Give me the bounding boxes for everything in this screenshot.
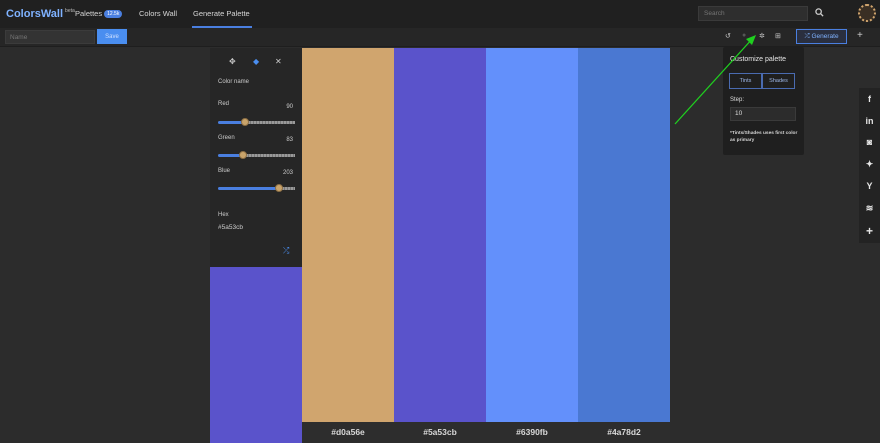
palette-color-hex-label[interactable]: #6390fb: [486, 422, 578, 443]
red-label: Red: [218, 101, 230, 107]
buffer-icon[interactable]: ≋: [859, 203, 880, 214]
shuffle-color-icon[interactable]: ⤮: [283, 246, 289, 256]
plus-icon[interactable]: +: [857, 30, 863, 41]
green-label: Green: [218, 135, 235, 141]
color-picker-panel: ✥ ◆ ✕ Color name Red 90 Green 83 Blue 20…: [210, 48, 302, 267]
palettes-count-badge: 12.5k: [104, 10, 123, 18]
move-icon[interactable]: ✥: [229, 57, 236, 66]
generate-button[interactable]: ⤮ Generate: [796, 29, 847, 44]
linkedin-icon[interactable]: in: [859, 116, 880, 126]
green-slider[interactable]: [218, 151, 295, 159]
red-value: 90: [286, 104, 293, 110]
green-slider-handle[interactable]: [239, 151, 248, 159]
save-button[interactable]: Save: [97, 29, 127, 44]
tints-shades-note: *Tints/Shades uses first color as primar…: [730, 131, 798, 143]
red-slider-handle[interactable]: [241, 118, 250, 126]
customize-palette-popover: Customize palette Tints Shades Step: 10 …: [723, 47, 804, 155]
hackernews-icon[interactable]: Y: [859, 181, 880, 191]
pin-icon[interactable]: ◆: [253, 57, 259, 66]
nav-colors-wall[interactable]: Colors Wall: [139, 9, 177, 18]
search-icon[interactable]: [815, 8, 824, 19]
pocket-icon[interactable]: ◙: [859, 137, 880, 147]
step-label: Step:: [730, 97, 745, 103]
palette-name-input[interactable]: [5, 30, 95, 44]
brand-logo[interactable]: ColorsWall beta: [6, 8, 75, 20]
nav-generate-palette[interactable]: Generate Palette: [193, 9, 250, 18]
blue-label: Blue: [218, 168, 231, 174]
palette-color-hex-label[interactable]: #5a53cb: [394, 422, 486, 443]
top-navbar: ColorsWall beta Palettes 12.5k Colors Wall…: [0, 0, 880, 28]
palette-color-column[interactable]: [302, 48, 394, 422]
red-slider[interactable]: [218, 118, 295, 126]
tints-button[interactable]: Tints: [729, 73, 762, 89]
nav-palettes[interactable]: Palettes 12.5k: [75, 9, 123, 18]
palette-color-column[interactable]: [578, 48, 670, 422]
shades-button[interactable]: Shades: [762, 73, 795, 89]
palette-color-hex-label[interactable]: #4a78d2: [578, 422, 670, 443]
twitter-icon[interactable]: ✦: [859, 159, 880, 170]
gear-icon[interactable]: ✲: [759, 32, 765, 40]
hex-label: Hex: [218, 212, 229, 218]
green-value: 83: [286, 137, 293, 143]
blue-value: 203: [282, 170, 293, 176]
blue-slider-handle[interactable]: [275, 184, 284, 192]
shuffle-icon[interactable]: ✕: [275, 57, 282, 66]
undo-icon[interactable]: ↺: [725, 32, 731, 40]
share-sidebar: f in ◙ ✦ Y ≋ +: [859, 88, 880, 243]
color-preview-swatch: [210, 267, 302, 443]
hex-value[interactable]: #5a53cb: [218, 224, 243, 231]
palette-color-column[interactable]: [486, 48, 578, 422]
palette-color-column[interactable]: [394, 48, 486, 422]
palette-toolbar: [0, 28, 880, 47]
avatar[interactable]: [858, 4, 876, 22]
palette-color-hex-label[interactable]: #d0a56e: [302, 422, 394, 443]
color-name-label[interactable]: Color name: [218, 79, 249, 85]
facebook-icon[interactable]: f: [859, 94, 880, 104]
add-share-icon[interactable]: +: [859, 224, 880, 238]
grid-icon[interactable]: ⊞: [775, 32, 781, 40]
search-input[interactable]: [698, 6, 808, 21]
step-input[interactable]: 10: [730, 107, 796, 121]
redo-icon[interactable]: ●: [742, 32, 746, 39]
popover-title: Customize palette: [730, 56, 787, 63]
blue-slider[interactable]: [218, 184, 295, 192]
